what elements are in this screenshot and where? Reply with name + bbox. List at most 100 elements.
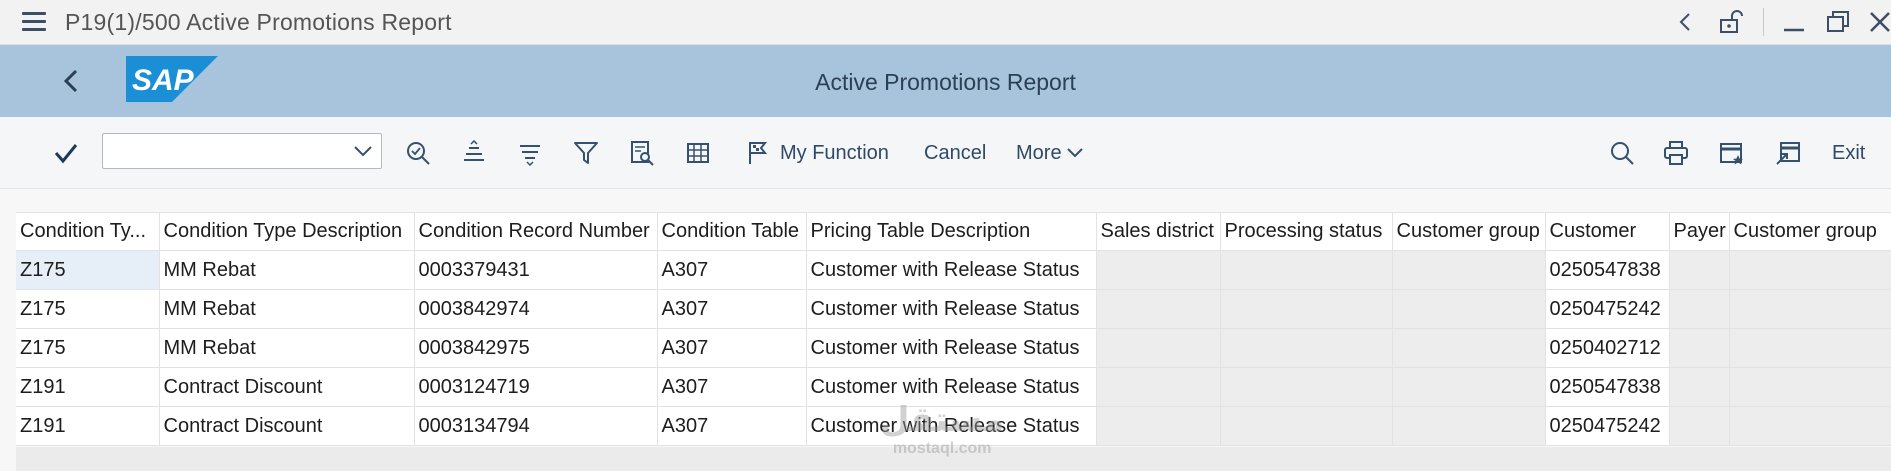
table-cell[interactable]: Customer with Release Status bbox=[806, 250, 1097, 290]
restore-window-icon[interactable] bbox=[1824, 8, 1852, 36]
table-cell[interactable] bbox=[1220, 289, 1393, 329]
column-header[interactable]: Customer bbox=[1545, 212, 1670, 251]
table-cell[interactable]: Contract Discount bbox=[159, 406, 415, 446]
table-cell[interactable] bbox=[1096, 328, 1221, 368]
table-cell[interactable]: 0250547838 bbox=[1545, 367, 1670, 407]
table-cell[interactable] bbox=[1669, 250, 1730, 290]
table-cell[interactable] bbox=[1669, 289, 1730, 329]
table-cell[interactable]: Contract Discount bbox=[159, 367, 415, 407]
table-cell[interactable] bbox=[1669, 367, 1730, 407]
table-cell[interactable] bbox=[1729, 289, 1891, 329]
table-cell[interactable] bbox=[1096, 250, 1221, 290]
my-function-button[interactable]: My Function bbox=[780, 135, 889, 171]
table-row[interactable]: Z175 MM Rebat 0003842975 A307 Customer w… bbox=[16, 328, 1891, 368]
table-cell[interactable] bbox=[1392, 406, 1546, 446]
exit-button[interactable]: Exit bbox=[1832, 135, 1865, 171]
table-cell[interactable]: MM Rebat bbox=[159, 250, 415, 290]
table-cell[interactable]: A307 bbox=[657, 328, 807, 368]
column-header[interactable]: Sales district bbox=[1096, 212, 1221, 251]
table-row[interactable]: Z175 MM Rebat 0003379431 A307 Customer w… bbox=[16, 250, 1891, 290]
column-header[interactable]: Customer group bbox=[1392, 212, 1546, 251]
table-cell[interactable] bbox=[1729, 250, 1891, 290]
table-cell[interactable] bbox=[1669, 328, 1730, 368]
column-header[interactable]: Pricing Table Description bbox=[806, 212, 1097, 251]
my-function-flag-icon[interactable] bbox=[740, 135, 776, 171]
table-cell[interactable]: Customer with Release Status bbox=[806, 328, 1097, 368]
create-session-icon[interactable] bbox=[1714, 135, 1750, 171]
table-cell[interactable]: 0250475242 bbox=[1545, 289, 1670, 329]
sap-shell-header: SAP Active Promotions Report bbox=[0, 45, 1891, 117]
table-cell[interactable] bbox=[1392, 250, 1546, 290]
table-cell[interactable] bbox=[1220, 406, 1393, 446]
watermark-arabic: مستقل bbox=[880, 400, 1005, 440]
command-field-combobox[interactable] bbox=[102, 133, 382, 169]
table-cell[interactable]: Z175 bbox=[16, 250, 160, 290]
column-header[interactable]: Payer bbox=[1669, 212, 1730, 251]
table-cell[interactable] bbox=[1220, 328, 1393, 368]
table-cell[interactable] bbox=[1729, 328, 1891, 368]
window-title: P19(1)/500 Active Promotions Report bbox=[65, 9, 452, 35]
search-icon[interactable] bbox=[1604, 135, 1640, 171]
titlebar-divider bbox=[1763, 8, 1764, 36]
table-cell[interactable]: 0003842975 bbox=[414, 328, 658, 368]
sort-ascending-icon[interactable] bbox=[456, 135, 492, 171]
table-cell[interactable]: A307 bbox=[657, 289, 807, 329]
print-icon[interactable] bbox=[1658, 135, 1694, 171]
chevron-down-icon bbox=[353, 143, 373, 164]
table-cell[interactable]: 0003842974 bbox=[414, 289, 658, 329]
column-header[interactable]: Condition Record Number bbox=[414, 212, 658, 251]
table-cell[interactable] bbox=[1096, 367, 1221, 407]
table-cell[interactable]: Z191 bbox=[16, 406, 160, 446]
table-cell[interactable] bbox=[1096, 289, 1221, 329]
cancel-button[interactable]: Cancel bbox=[924, 135, 986, 171]
table-cell[interactable]: Z191 bbox=[16, 367, 160, 407]
table-cell[interactable] bbox=[1096, 406, 1221, 446]
watermark-latin: mostaql.com bbox=[892, 440, 992, 457]
table-cell[interactable]: A307 bbox=[657, 367, 807, 407]
table-cell[interactable]: Z175 bbox=[16, 328, 160, 368]
table-cell[interactable]: Customer with Release Status bbox=[806, 289, 1097, 329]
close-icon[interactable] bbox=[1866, 8, 1891, 36]
table-cell[interactable]: 0250402712 bbox=[1545, 328, 1670, 368]
table-cell[interactable] bbox=[1220, 250, 1393, 290]
table-row[interactable]: Z175 MM Rebat 0003842974 A307 Customer w… bbox=[16, 289, 1891, 329]
table-cell[interactable]: MM Rebat bbox=[159, 328, 415, 368]
hamburger-menu-icon[interactable] bbox=[22, 12, 46, 31]
table-cell[interactable]: 0250547838 bbox=[1545, 250, 1670, 290]
new-window-icon[interactable] bbox=[1770, 135, 1806, 171]
column-header[interactable]: Condition Ty... bbox=[16, 212, 160, 251]
table-cell[interactable]: 0003124719 bbox=[414, 367, 658, 407]
table-cell[interactable]: Z175 bbox=[16, 289, 160, 329]
column-header[interactable]: Customer group bbox=[1729, 212, 1891, 251]
table-cell[interactable] bbox=[1729, 406, 1891, 446]
table-cell[interactable]: MM Rebat bbox=[159, 289, 415, 329]
chevron-down-icon bbox=[1066, 146, 1084, 160]
table-cell[interactable] bbox=[1220, 367, 1393, 407]
filter-icon[interactable] bbox=[568, 135, 604, 171]
print-preview-icon[interactable] bbox=[624, 135, 660, 171]
table-cell[interactable]: A307 bbox=[657, 250, 807, 290]
column-header[interactable]: Processing status bbox=[1220, 212, 1393, 251]
more-label: More bbox=[1016, 141, 1062, 164]
table-cell[interactable] bbox=[1392, 328, 1546, 368]
column-header[interactable]: Condition Type Description bbox=[159, 212, 415, 251]
window-titlebar: P19(1)/500 Active Promotions Report bbox=[0, 0, 1891, 45]
table-cell[interactable]: 0003134794 bbox=[414, 406, 658, 446]
execute-checkmark-button[interactable] bbox=[48, 135, 84, 171]
column-header[interactable]: Condition Table bbox=[657, 212, 807, 251]
table-cell[interactable]: A307 bbox=[657, 406, 807, 446]
more-menu-button[interactable]: More bbox=[1016, 135, 1084, 171]
table-cell[interactable] bbox=[1392, 367, 1546, 407]
spreadsheet-icon[interactable] bbox=[680, 135, 716, 171]
sort-descending-icon[interactable] bbox=[512, 135, 548, 171]
table-cell[interactable] bbox=[1669, 406, 1730, 446]
zoom-details-icon[interactable] bbox=[400, 135, 436, 171]
minimize-icon[interactable] bbox=[1780, 8, 1808, 36]
table-cell[interactable]: 0003379431 bbox=[414, 250, 658, 290]
page-title: Active Promotions Report bbox=[815, 69, 1076, 95]
table-cell[interactable] bbox=[1392, 289, 1546, 329]
unlock-icon[interactable] bbox=[1716, 8, 1744, 36]
collapse-left-icon[interactable] bbox=[1672, 8, 1700, 36]
table-cell[interactable]: 0250475242 bbox=[1545, 406, 1670, 446]
table-cell[interactable] bbox=[1729, 367, 1891, 407]
